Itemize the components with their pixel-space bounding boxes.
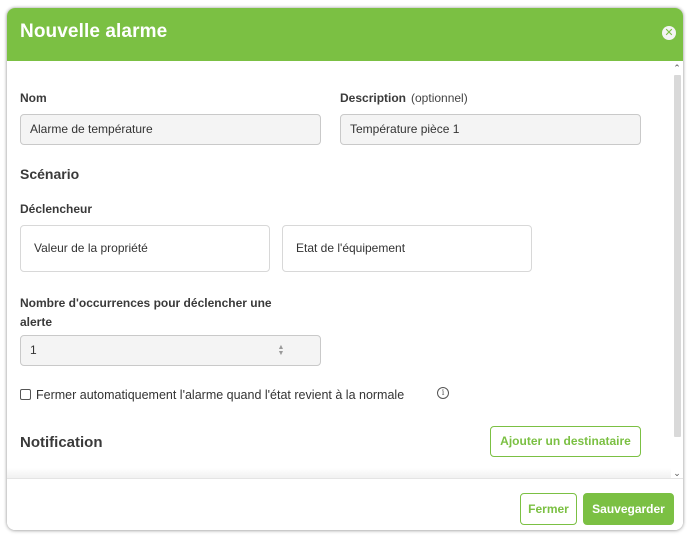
occurrences-input[interactable]: 1 ▲ ▼ xyxy=(20,335,321,366)
description-optional-text: (optionnel) xyxy=(411,91,468,105)
scenario-title: Scénario xyxy=(20,166,80,182)
description-label-text: Description xyxy=(340,91,407,105)
occurrences-value: 1 xyxy=(30,343,37,357)
trigger-label: Déclencheur xyxy=(20,202,93,216)
occurrences-label-line1: Nombre d'occurrences pour déclencher une xyxy=(20,296,272,310)
occurrences-label-line2: alerte xyxy=(20,315,53,329)
description-input[interactable]: Température pièce 1 xyxy=(340,114,641,145)
dialog-title: Nouvelle alarme xyxy=(20,21,168,42)
trigger-option-property-value[interactable]: Valeur de la propriété xyxy=(20,225,270,272)
chevron-down-icon[interactable]: ⌄ xyxy=(672,468,682,478)
save-button[interactable]: Sauvegarder xyxy=(583,493,674,525)
autoclose-checkbox[interactable] xyxy=(20,389,31,400)
occurrences-label: Nombre d'occurrences pour déclencher une… xyxy=(20,294,272,332)
dialog-body[interactable]: Nom Alarme de température Description (op… xyxy=(7,61,683,478)
close-button[interactable]: Fermer xyxy=(520,493,577,525)
dialog-footer: Fermer Sauvegarder xyxy=(7,478,683,530)
dialog-scrollbar[interactable]: ⌃ ⌄ xyxy=(671,61,683,478)
dialog-header: Nouvelle alarme ✕ xyxy=(7,8,683,61)
name-label-text: Nom xyxy=(20,91,47,105)
trigger-option-equipment-state[interactable]: Etat de l'équipement xyxy=(282,225,532,272)
name-label: Nom xyxy=(20,91,47,105)
close-icon[interactable]: ✕ xyxy=(662,26,676,40)
name-input[interactable]: Alarme de température xyxy=(20,114,321,145)
scrollbar-thumb[interactable] xyxy=(674,75,681,437)
description-label: Description (optionnel) xyxy=(340,91,468,105)
info-icon[interactable]: i xyxy=(437,387,449,399)
scroll-fade xyxy=(7,468,671,478)
number-spinner-icon[interactable]: ▲ ▼ xyxy=(276,344,286,357)
autoclose-label[interactable]: Fermer automatiquement l'alarme quand l'… xyxy=(36,388,404,402)
new-alarm-dialog: Nouvelle alarme ✕ Nom Alarme de températ… xyxy=(7,8,683,530)
notification-title: Notification xyxy=(20,434,103,451)
add-recipient-button[interactable]: Ajouter un destinataire xyxy=(490,426,641,457)
chevron-up-icon[interactable]: ⌃ xyxy=(672,63,682,73)
